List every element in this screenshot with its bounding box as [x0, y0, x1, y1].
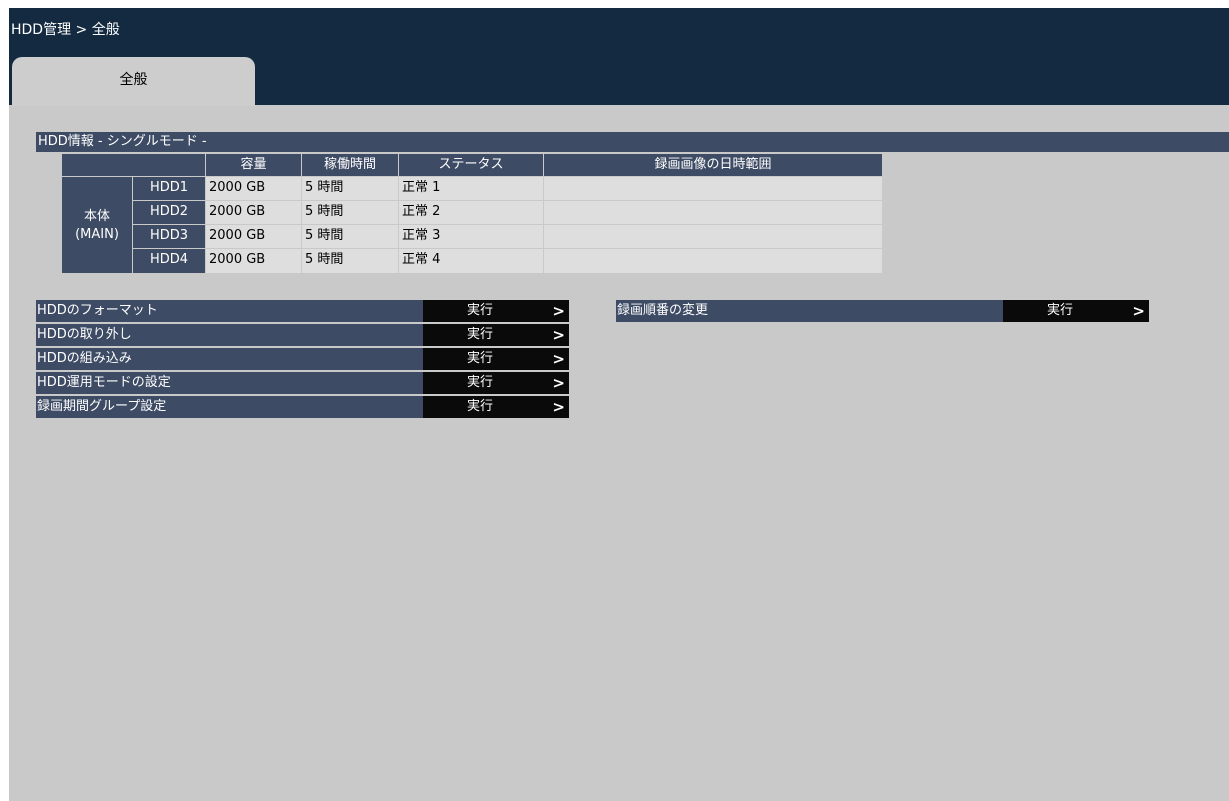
- hdd-operation-mode-button[interactable]: 実行 >: [423, 372, 569, 394]
- button-label: 実行: [467, 375, 494, 390]
- group-label-line2: (MAIN): [75, 227, 119, 242]
- hdd-info-section-title: HDD情報 - シングルモード -: [36, 132, 1229, 152]
- hdd-status: 正常 4: [399, 249, 543, 273]
- hdd-status: 正常 2: [399, 201, 543, 224]
- title-bar: HDD管理 > 全般 全般: [9, 8, 1229, 106]
- button-label: 実行: [467, 351, 494, 366]
- remove-hdd-button[interactable]: 実行 >: [423, 324, 569, 346]
- format-hdd-button[interactable]: 実行 >: [423, 300, 569, 322]
- hdd-record-range: [544, 225, 882, 248]
- hdd-row-name: HDD2: [133, 201, 205, 224]
- install-hdd-button[interactable]: 実行 >: [423, 348, 569, 370]
- hdd-capacity: 2000 GB: [206, 249, 301, 273]
- recording-period-group-label: 録画期間グループ設定: [36, 396, 423, 418]
- button-label: 実行: [467, 327, 494, 342]
- column-header-status: ステータス: [399, 154, 543, 176]
- hdd-uptime: 5 時間: [302, 225, 398, 248]
- column-header-capacity: 容量: [206, 154, 301, 176]
- chevron-right-icon: >: [552, 398, 565, 416]
- install-hdd-label: HDDの組み込み: [36, 348, 423, 370]
- chevron-right-icon: >: [1132, 302, 1145, 320]
- hdd-row-name: HDD4: [133, 249, 205, 273]
- hdd-row-name: HDD3: [133, 225, 205, 248]
- chevron-right-icon: >: [552, 326, 565, 344]
- group-label-main: 本体 (MAIN): [62, 177, 132, 273]
- recording-order-button[interactable]: 実行 >: [1003, 300, 1149, 322]
- hdd-capacity: 2000 GB: [206, 201, 301, 224]
- recording-period-group-button[interactable]: 実行 >: [423, 396, 569, 418]
- tab-general[interactable]: 全般: [12, 57, 255, 106]
- button-label: 実行: [467, 303, 494, 318]
- hdd-record-range: [544, 177, 882, 200]
- hdd-uptime: 5 時間: [302, 177, 398, 200]
- hdd-record-range: [544, 249, 882, 273]
- breadcrumb: HDD管理 > 全般: [11, 22, 120, 38]
- group-label-line1: 本体: [83, 209, 110, 224]
- recording-order-label: 録画順番の変更: [616, 300, 1003, 322]
- hdd-capacity: 2000 GB: [206, 225, 301, 248]
- hdd-status: 正常 3: [399, 225, 543, 248]
- hdd-uptime: 5 時間: [302, 249, 398, 273]
- chevron-right-icon: >: [552, 302, 565, 320]
- main-window: HDD管理 > 全般 全般 HDD情報 - シングルモード - 容量 稼働時間 …: [9, 8, 1229, 801]
- chevron-right-icon: >: [552, 374, 565, 392]
- button-label: 実行: [467, 399, 494, 414]
- chevron-right-icon: >: [552, 350, 565, 368]
- format-hdd-label: HDDのフォーマット: [36, 300, 423, 322]
- hdd-capacity: 2000 GB: [206, 177, 301, 200]
- column-header-uptime: 稼働時間: [302, 154, 398, 176]
- hdd-status: 正常 1: [399, 177, 543, 200]
- hdd-operation-mode-label: HDD運用モードの設定: [36, 372, 423, 394]
- column-header-record-range: 録画画像の日時範囲: [544, 154, 882, 176]
- hdd-uptime: 5 時間: [302, 201, 398, 224]
- table-header-corner: [62, 154, 205, 176]
- button-label: 実行: [1047, 303, 1074, 318]
- hdd-row-name: HDD1: [133, 177, 205, 200]
- remove-hdd-label: HDDの取り外し: [36, 324, 423, 346]
- hdd-record-range: [544, 201, 882, 224]
